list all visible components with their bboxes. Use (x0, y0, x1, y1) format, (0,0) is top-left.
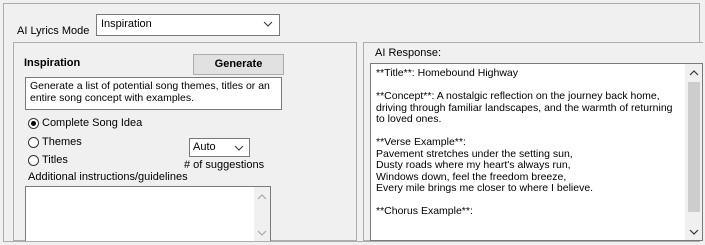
mode-selected-value: Inspiration (101, 18, 152, 30)
scroll-down-icon[interactable] (689, 228, 699, 236)
inspiration-title: Inspiration (24, 57, 81, 69)
chevron-down-icon (234, 145, 244, 151)
chevron-down-icon (263, 21, 273, 27)
mode-dropdown[interactable]: Inspiration (96, 14, 280, 36)
additional-instructions-scrollbar[interactable] (254, 187, 270, 241)
radio-complete-song-idea[interactable]: Complete Song Idea (28, 117, 142, 129)
generate-button[interactable]: Generate (193, 54, 284, 75)
radio-label: Themes (42, 136, 82, 148)
radio-button[interactable] (28, 136, 39, 148)
scroll-up-icon[interactable] (689, 69, 699, 77)
suggestions-label: # of suggestions (184, 159, 265, 171)
ai-response-label: AI Response: (375, 47, 442, 59)
suggestions-dropdown[interactable]: Auto (189, 138, 250, 157)
scroll-up-icon[interactable] (257, 193, 267, 201)
radio-label: Titles (42, 154, 68, 166)
ai-response-panel: AI Response: **Title**: Homebound Highwa… (363, 42, 703, 241)
inspiration-panel: Inspiration Generate Generate a list of … (13, 42, 357, 241)
additional-instructions-input[interactable] (25, 186, 271, 241)
radio-themes[interactable]: Themes (28, 136, 82, 148)
radio-button[interactable] (28, 154, 39, 166)
scroll-down-icon[interactable] (257, 229, 267, 237)
ai-response-text: **Title**: Homebound Highway **Concept**… (376, 67, 673, 217)
mode-label: AI Lyrics Mode (17, 25, 90, 37)
ai-response-textbox[interactable]: **Title**: Homebound Highway **Concept**… (370, 63, 703, 241)
scrollbar-thumb[interactable] (688, 82, 700, 212)
suggestions-value: Auto (193, 141, 216, 153)
radio-titles[interactable]: Titles (28, 154, 68, 166)
additional-instructions-label: Additional instructions/guidelines (28, 171, 188, 183)
radio-label: Complete Song Idea (42, 117, 143, 129)
ai-lyrics-window: AI Lyrics Mode Inspiration Inspiration G… (3, 3, 703, 242)
ai-response-scrollbar[interactable] (685, 64, 702, 240)
radio-button-checked[interactable] (28, 117, 39, 129)
inspiration-description: Generate a list of potential song themes… (25, 77, 282, 110)
